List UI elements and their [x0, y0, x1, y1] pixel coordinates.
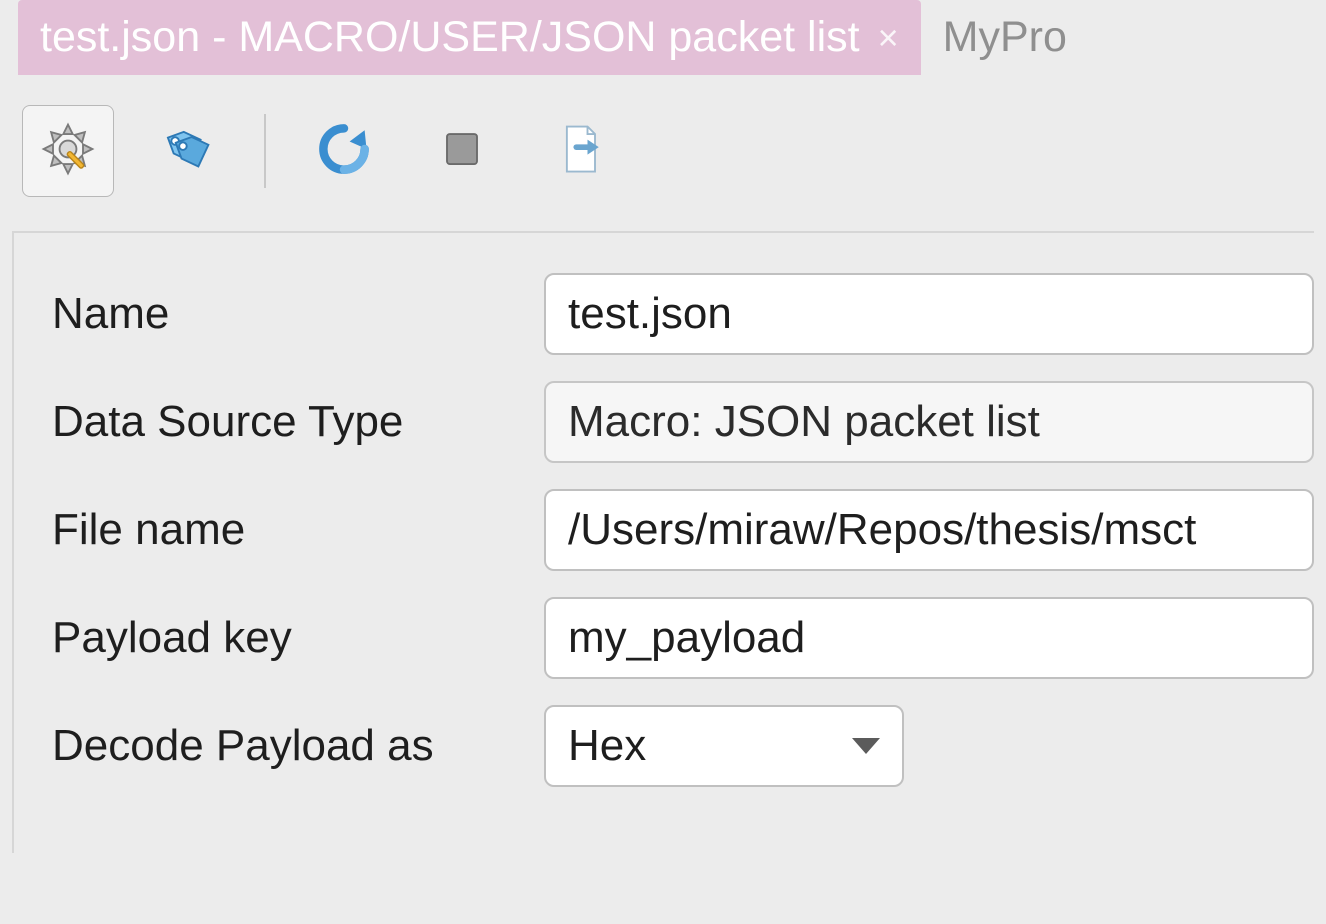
tab-inactive-label: MyPro [943, 13, 1067, 62]
stop-button[interactable] [416, 105, 508, 197]
label-decode-payload-as: Decode Payload as [52, 721, 544, 771]
export-icon [550, 119, 610, 184]
row-file-name: File name [52, 489, 1314, 571]
row-decode-payload-as: Decode Payload as Hex [52, 705, 1314, 787]
tab-inactive[interactable]: MyPro [921, 0, 1089, 75]
tab-active[interactable]: test.json - MACRO/USER/JSON packet list … [18, 0, 921, 75]
refresh-icon [314, 119, 374, 184]
tab-bar: test.json - MACRO/USER/JSON packet list … [0, 0, 1326, 75]
data-source-type-value: Macro: JSON packet list [568, 397, 1040, 447]
toolbar-area [0, 75, 1326, 231]
settings-button[interactable] [22, 105, 114, 197]
toolbar [14, 97, 1312, 205]
tag-icon [156, 119, 216, 184]
export-button[interactable] [534, 105, 626, 197]
toolbar-separator [264, 114, 266, 188]
stop-icon [432, 119, 492, 184]
label-payload-key: Payload key [52, 613, 544, 663]
file-name-input[interactable] [544, 489, 1314, 571]
label-file-name: File name [52, 505, 544, 555]
row-name: Name [52, 273, 1314, 355]
decode-payload-as-value: Hex [568, 721, 646, 771]
name-input[interactable] [544, 273, 1314, 355]
data-source-type-select[interactable]: Macro: JSON packet list [544, 381, 1314, 463]
gear-icon [38, 119, 98, 184]
row-payload-key: Payload key [52, 597, 1314, 679]
label-name: Name [52, 289, 544, 339]
row-data-source-type: Data Source Type Macro: JSON packet list [52, 381, 1314, 463]
label-data-source-type: Data Source Type [52, 397, 544, 447]
properties-panel: Name Data Source Type Macro: JSON packet… [12, 231, 1314, 853]
close-icon[interactable]: × [878, 17, 899, 59]
tab-active-label: test.json - MACRO/USER/JSON packet list [40, 13, 860, 62]
chevron-down-icon [852, 738, 880, 754]
payload-key-input[interactable] [544, 597, 1314, 679]
refresh-button[interactable] [298, 105, 390, 197]
decode-payload-as-select[interactable]: Hex [544, 705, 904, 787]
tags-button[interactable] [140, 105, 232, 197]
